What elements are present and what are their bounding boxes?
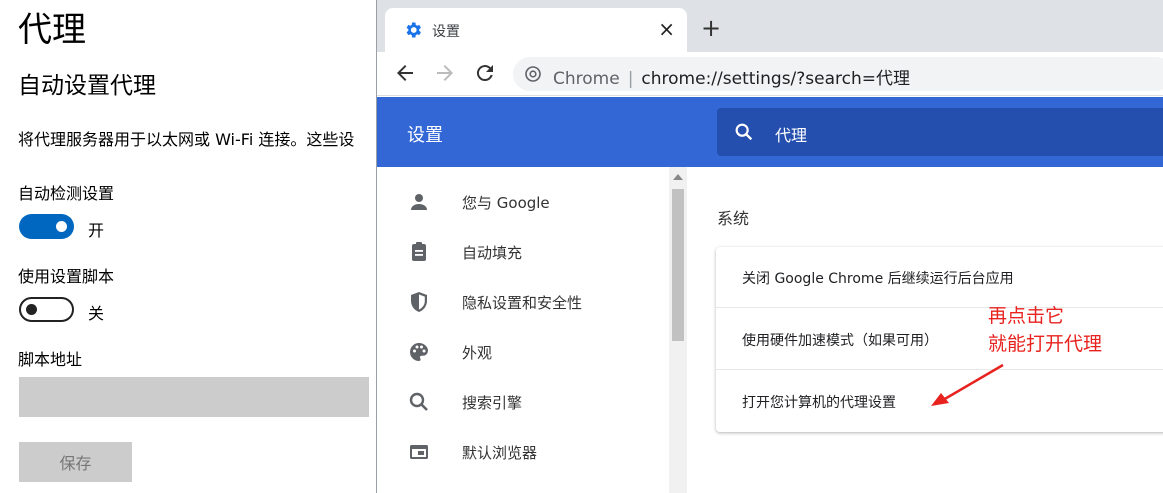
settings-title: 设置 [407, 125, 443, 146]
close-tab-icon[interactable]: × [658, 17, 675, 41]
sidebar-item-default-browser[interactable]: 默认浏览器 [377, 427, 677, 477]
shield-icon [411, 292, 427, 312]
script-address-label: 脚本地址 [18, 350, 83, 369]
sidebar-item-search-engine[interactable]: 搜索引擎 [377, 377, 677, 427]
section-title-system: 系统 [717, 209, 750, 228]
tab-settings[interactable]: 设置 × [385, 8, 687, 52]
clipboard-icon [412, 242, 426, 261]
sidebar-item-label: 自动填充 [462, 244, 523, 262]
browser-icon [410, 445, 428, 459]
page-title: 代理 [18, 10, 86, 50]
url-text: Chrome | chrome://settings/?search=代理 [553, 64, 910, 89]
setting-row-label: 使用硬件加速模式（如果可用） [742, 333, 938, 349]
scrollbar-thumb[interactable] [672, 189, 684, 341]
url-separator: | [627, 69, 634, 89]
setting-row-label: 关闭 Google Chrome 后继续运行后台应用 [742, 271, 1014, 287]
scroll-up-icon[interactable] [673, 174, 683, 180]
toolbar: Chrome | chrome://settings/?search=代理 [377, 52, 1163, 96]
annotation-line-1: 再点击它 [988, 305, 1065, 327]
forward-icon[interactable] [433, 61, 457, 85]
sidebar-item-you-and-google[interactable]: 您与 Google [377, 177, 677, 227]
tab-title: 设置 [432, 24, 460, 40]
sidebar-item-label: 搜索引擎 [462, 394, 523, 412]
new-tab-button[interactable]: + [701, 16, 721, 40]
address-bar[interactable]: Chrome | chrome://settings/?search=代理 [513, 57, 1163, 91]
setup-script-state: 关 [88, 304, 105, 323]
sidebar-item-privacy[interactable]: 隐私设置和安全性 [377, 277, 677, 327]
settings-sidebar: 您与 Google 自动填充 隐私设置和安全性 外观 搜索引擎 默认浏览器 [377, 167, 689, 493]
palette-icon [410, 343, 428, 361]
save-button[interactable]: 保存 [19, 442, 132, 482]
url-value: chrome://settings/?search=代理 [641, 69, 911, 89]
sidebar-item-label: 外观 [462, 344, 493, 362]
sidebar-item-label: 您与 Google [462, 194, 550, 212]
setting-row-label: 打开您计算机的代理设置 [742, 395, 896, 411]
gear-icon [406, 22, 421, 38]
description-text: 将代理服务器用于以太网或 Wi-Fi 连接。这些设 [18, 130, 355, 149]
site-name: Chrome [553, 69, 620, 89]
chrome-logo-icon [525, 66, 541, 82]
annotation-line-2: 就能打开代理 [988, 333, 1103, 355]
search-query: 代理 [775, 126, 808, 145]
setup-script-label: 使用设置脚本 [18, 267, 115, 286]
annotation-arrow-icon [931, 363, 1004, 406]
settings-search-input[interactable]: 代理 [717, 108, 1163, 156]
back-icon[interactable] [393, 61, 417, 85]
auto-detect-state: 开 [88, 221, 105, 240]
sidebar-item-autofill[interactable]: 自动填充 [377, 227, 677, 277]
tab-strip: 设置 × + [377, 0, 1163, 52]
setting-row-background-apps[interactable]: 关闭 Google Chrome 后继续运行后台应用 [716, 247, 1163, 308]
auto-detect-label: 自动检测设置 [18, 184, 115, 203]
section-title: 自动设置代理 [18, 73, 156, 99]
windows-proxy-settings: 代理 自动设置代理 将代理服务器用于以太网或 Wi-Fi 连接。这些设 自动检测… [0, 0, 376, 493]
search-icon [409, 392, 428, 411]
chrome-window: 设置 × + Chrome | chrome://settings/?search=… [376, 0, 1163, 493]
sidebar-item-label: 默认浏览器 [462, 444, 538, 462]
auto-detect-toggle[interactable] [19, 214, 74, 239]
reload-icon[interactable] [473, 61, 497, 85]
person-icon [411, 194, 427, 210]
sidebar-item-appearance[interactable]: 外观 [377, 327, 677, 377]
setup-script-toggle[interactable] [19, 297, 74, 322]
annotation-text: 再点击它 就能打开代理 [988, 302, 1102, 358]
settings-header: 设置 代理 [377, 97, 1163, 167]
sidebar-scrollbar[interactable] [669, 167, 687, 493]
search-icon [735, 123, 753, 141]
script-address-input[interactable] [19, 377, 369, 417]
sidebar-item-label: 隐私设置和安全性 [462, 294, 583, 312]
